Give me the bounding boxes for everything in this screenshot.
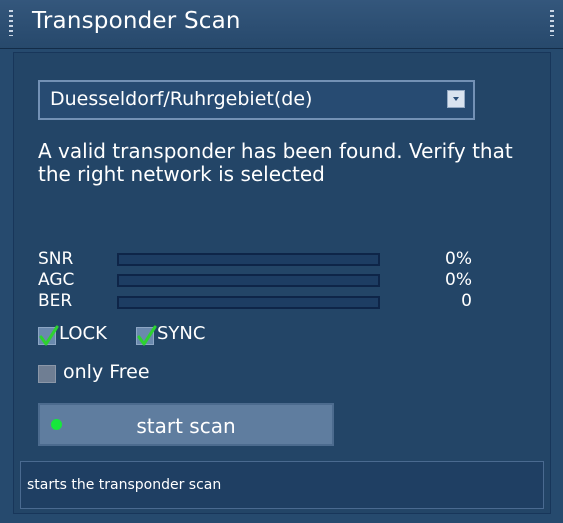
status-message: A valid transponder has been found. Veri… bbox=[38, 139, 513, 186]
sync-label: SYNC bbox=[157, 323, 206, 344]
lock-checkbox bbox=[38, 325, 59, 346]
snr-meter bbox=[117, 253, 380, 266]
content-panel: Duesseldorf/Ruhrgebiet(de) A valid trans… bbox=[13, 52, 551, 514]
network-select-value: Duesseldorf/Ruhrgebiet(de) bbox=[50, 88, 313, 110]
ber-value: 0 bbox=[461, 291, 472, 311]
chevron-down-icon[interactable] bbox=[447, 90, 465, 108]
start-scan-button[interactable]: start scan bbox=[38, 403, 334, 446]
only-free-label[interactable]: only Free bbox=[63, 361, 150, 383]
window-title: Transponder Scan bbox=[32, 8, 241, 34]
agc-value: 0% bbox=[445, 270, 472, 290]
agc-meter bbox=[117, 274, 380, 287]
lock-label: LOCK bbox=[59, 323, 107, 344]
snr-value: 0% bbox=[445, 249, 472, 269]
agc-label: AGC bbox=[38, 270, 75, 290]
start-scan-label: start scan bbox=[136, 414, 236, 438]
help-status-bar: starts the transponder scan bbox=[20, 461, 544, 509]
transponder-scan-window: Transponder Scan Duesseldorf/Ruhrgebiet(… bbox=[0, 0, 563, 523]
ber-label: BER bbox=[38, 291, 73, 311]
ber-meter bbox=[117, 296, 380, 309]
checkmark-icon bbox=[137, 325, 157, 346]
sync-checkbox bbox=[136, 325, 157, 346]
help-text: starts the transponder scan bbox=[27, 477, 222, 493]
title-grip-left bbox=[9, 10, 13, 36]
network-select[interactable]: Duesseldorf/Ruhrgebiet(de) bbox=[38, 80, 475, 120]
snr-label: SNR bbox=[38, 249, 74, 269]
title-grip-right bbox=[550, 10, 554, 36]
title-bar: Transponder Scan bbox=[0, 0, 563, 49]
only-free-checkbox[interactable] bbox=[38, 365, 56, 383]
checkmark-icon bbox=[39, 325, 59, 346]
